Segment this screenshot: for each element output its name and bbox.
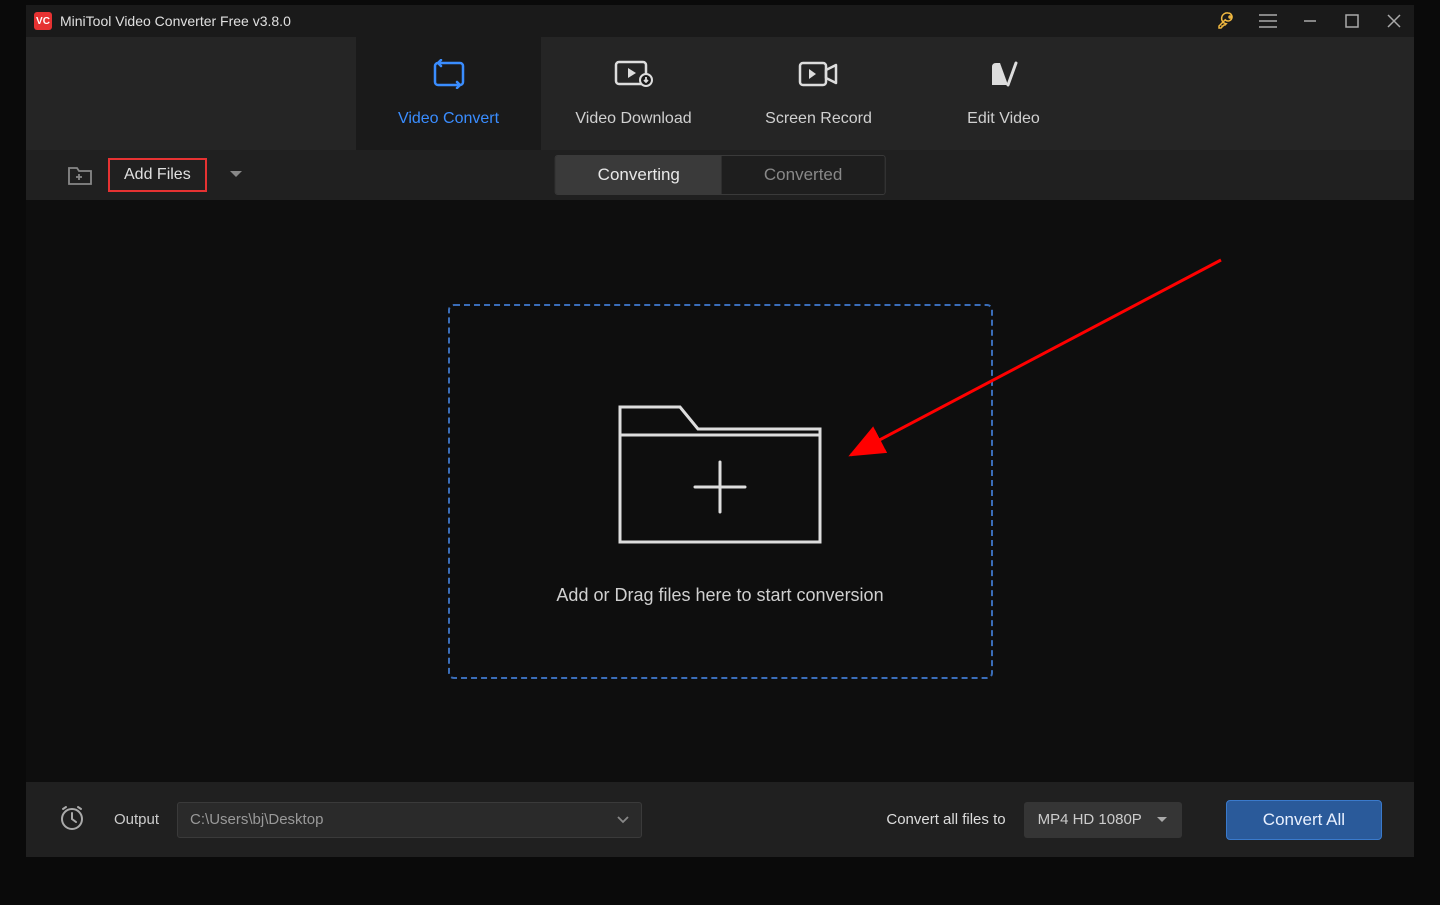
output-path-text: C:\Users\bj\Desktop — [190, 811, 323, 828]
sub-tab-converting[interactable]: Converting — [556, 156, 722, 194]
chevron-down-icon — [1156, 816, 1168, 824]
convert-files-label: Convert all files to — [886, 811, 1005, 828]
app-icon: VC — [34, 12, 52, 30]
main-area: Add or Drag files here to start conversi… — [26, 200, 1414, 782]
titlebar: VC MiniTool Video Converter Free v3.8.0 — [26, 5, 1414, 37]
video-download-icon — [614, 60, 654, 88]
tab-label: Video Download — [575, 110, 691, 128]
add-files-button[interactable]: Add Files — [108, 158, 207, 192]
format-select[interactable]: MP4 HD 1080P — [1024, 802, 1182, 838]
tab-label: Screen Record — [765, 110, 872, 128]
key-icon[interactable] — [1214, 9, 1238, 33]
app-window: VC MiniTool Video Converter Free v3.8.0 — [26, 5, 1414, 857]
minimize-button[interactable] — [1298, 9, 1322, 33]
output-label: Output — [114, 811, 159, 828]
tab-label: Edit Video — [967, 110, 1040, 128]
sub-tabs: Converting Converted — [555, 155, 886, 195]
chevron-down-icon — [617, 816, 629, 824]
maximize-button[interactable] — [1340, 9, 1364, 33]
drop-zone-text: Add or Drag files here to start conversi… — [556, 585, 883, 606]
toolbar: Add Files Converting Converted — [26, 150, 1414, 200]
close-button[interactable] — [1382, 9, 1406, 33]
folder-add-large-icon — [615, 377, 825, 547]
sub-tab-converted[interactable]: Converted — [722, 156, 884, 194]
add-files-group: Add Files — [34, 158, 243, 192]
drop-zone[interactable]: Add or Drag files here to start conversi… — [448, 304, 993, 679]
video-convert-icon — [431, 60, 467, 88]
output-path-select[interactable]: C:\Users\bj\Desktop — [177, 802, 642, 838]
edit-video-icon — [988, 60, 1020, 88]
titlebar-controls — [1214, 9, 1406, 33]
app-title: MiniTool Video Converter Free v3.8.0 — [60, 13, 1214, 29]
footer: Output C:\Users\bj\Desktop Convert all f… — [26, 782, 1414, 857]
format-value: MP4 HD 1080P — [1038, 811, 1142, 828]
tab-label: Video Convert — [398, 110, 499, 128]
folder-plus-icon[interactable] — [66, 163, 94, 187]
tab-edit-video[interactable]: Edit Video — [911, 37, 1096, 150]
nav-tabs: Video Convert Video Download — [26, 37, 1414, 150]
timer-icon[interactable] — [58, 803, 86, 836]
convert-all-button[interactable]: Convert All — [1226, 800, 1382, 840]
add-files-dropdown[interactable] — [229, 166, 243, 184]
tab-video-download[interactable]: Video Download — [541, 37, 726, 150]
tab-screen-record[interactable]: Screen Record — [726, 37, 911, 150]
menu-icon[interactable] — [1256, 9, 1280, 33]
tab-video-convert[interactable]: Video Convert — [356, 37, 541, 150]
screen-record-icon — [798, 60, 840, 88]
